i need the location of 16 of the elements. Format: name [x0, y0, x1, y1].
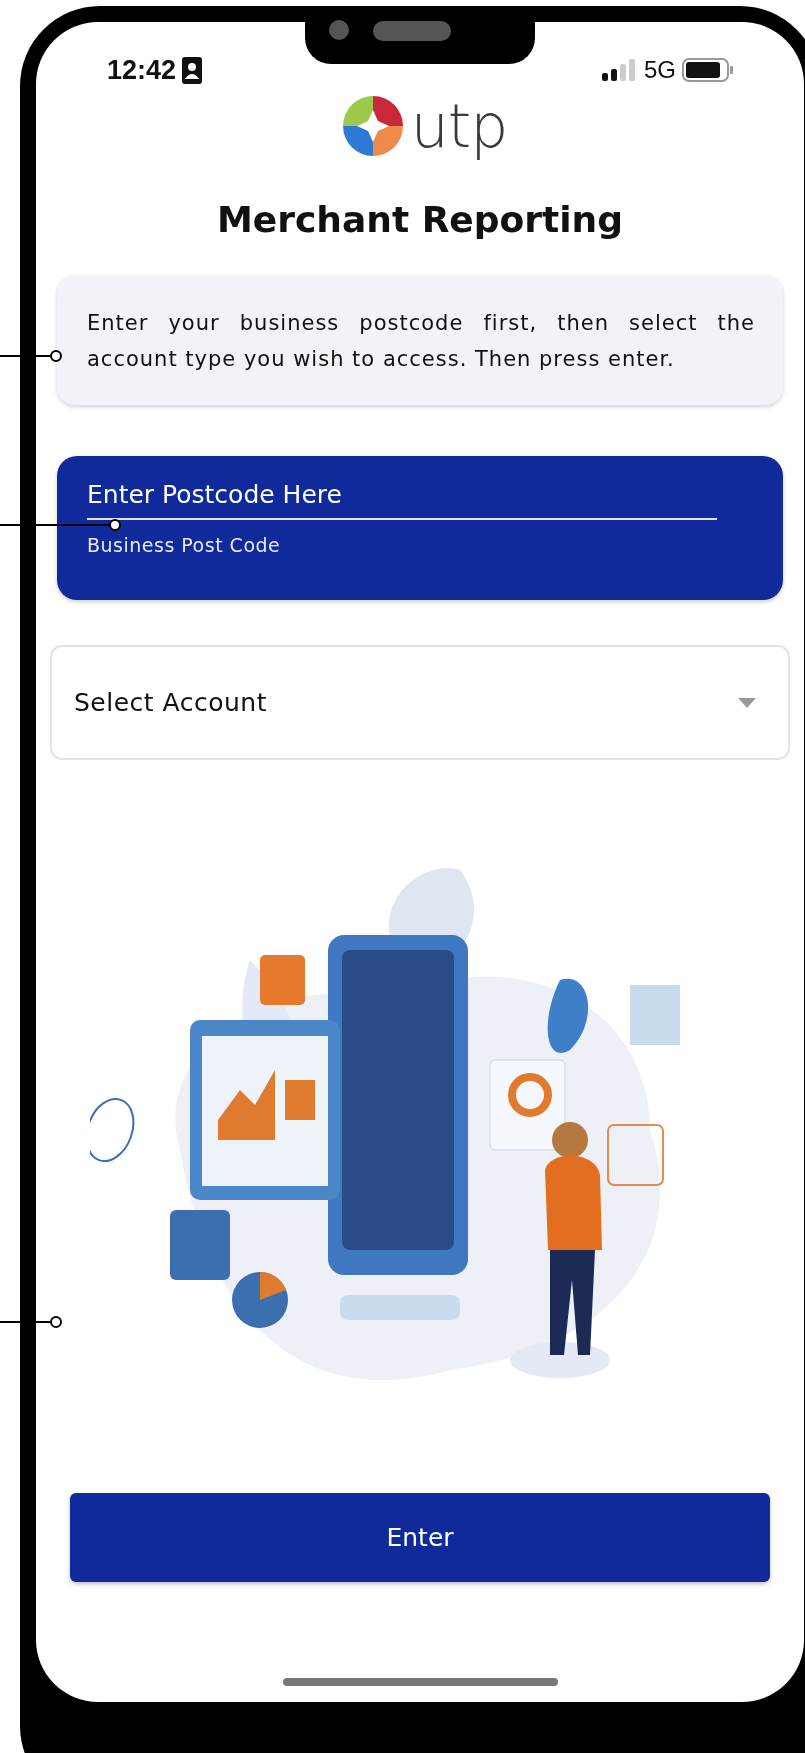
page-title: Merchant Reporting: [217, 198, 623, 242]
camera-icon: [329, 20, 349, 40]
signal-icon: [602, 59, 638, 81]
dropdown-caret-icon: [738, 697, 756, 708]
battery-icon: [682, 58, 734, 82]
postcode-field[interactable]: Enter Postcode Here Business Post Code: [57, 456, 783, 600]
logo-icon: [342, 96, 403, 156]
contact-card-icon: [182, 56, 203, 84]
postcode-input[interactable]: Enter Postcode Here: [87, 470, 717, 520]
network-label: 5G: [644, 56, 676, 84]
speaker-icon: [373, 21, 451, 41]
status-time: 12:42: [107, 54, 177, 86]
enter-button[interactable]: Enter: [70, 1493, 770, 1582]
instruction-text: Enter your business postcode first, then select the account type you wish to access. Then press enter.: [87, 310, 755, 373]
account-dropdown[interactable]: Select Account: [50, 645, 790, 760]
helper-text: Business Post Code: [87, 534, 282, 556]
